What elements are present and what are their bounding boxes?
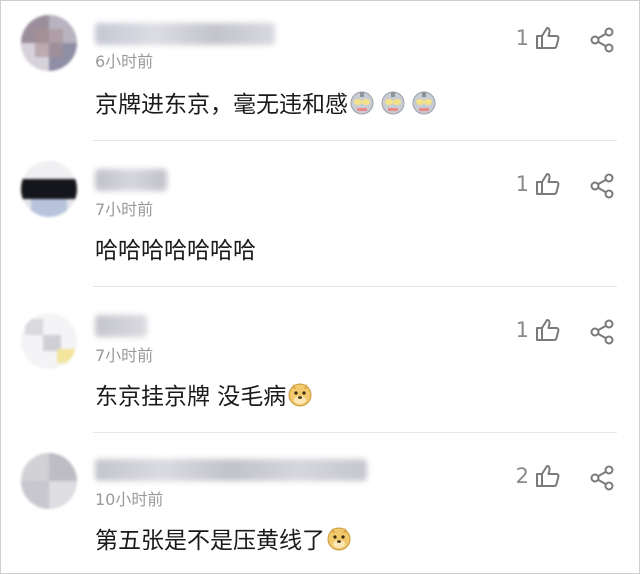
comment-text-content: 第五张是不是压黄线了: [95, 528, 325, 554]
thumbs-up-icon[interactable]: [535, 25, 561, 51]
like-button[interactable]: 1: [516, 171, 561, 197]
like-button[interactable]: 1: [516, 317, 561, 343]
comment-time: 7小时前: [95, 200, 154, 219]
comment-time: 6小时前: [95, 52, 154, 71]
avatar[interactable]: [21, 453, 77, 509]
comment-text: 哈哈哈哈哈哈哈: [95, 238, 256, 264]
share-button[interactable]: [589, 465, 615, 495]
username-blurred[interactable]: [95, 169, 167, 191]
share-button[interactable]: [589, 319, 615, 349]
thumbs-up-icon[interactable]: [535, 463, 561, 489]
like-count: 1: [515, 26, 529, 50]
avatar[interactable]: [21, 15, 77, 71]
username-blurred[interactable]: [95, 459, 367, 481]
comment-item: 6小时前 京牌进东京，毫无违和感 1: [1, 1, 639, 141]
like-button[interactable]: 2: [516, 463, 561, 489]
comment-text-content: 京牌进东京，毫无违和感: [95, 92, 348, 118]
like-button[interactable]: 1: [516, 25, 561, 51]
comment-time: 10小时前: [95, 490, 164, 509]
doge-emoji: [287, 382, 313, 417]
comment-text: 第五张是不是压黄线了: [95, 525, 352, 561]
share-icon[interactable]: [589, 465, 615, 491]
username-blurred[interactable]: [95, 23, 275, 45]
share-icon[interactable]: [589, 27, 615, 53]
avatar[interactable]: [21, 161, 77, 217]
thumbs-up-icon[interactable]: [535, 317, 561, 343]
like-count: 1: [515, 318, 529, 342]
comment-text-content: 东京挂京牌 没毛病: [95, 384, 287, 410]
like-count: 1: [515, 172, 529, 196]
username-blurred[interactable]: [95, 315, 147, 337]
doge-emoji: [326, 526, 352, 561]
share-button[interactable]: [589, 27, 615, 57]
thumbs-up-icon[interactable]: [535, 171, 561, 197]
share-icon[interactable]: [589, 173, 615, 199]
comment-text: 京牌进东京，毫无违和感: [95, 89, 437, 125]
share-icon[interactable]: [589, 319, 615, 345]
comment-text: 东京挂京牌 没毛病: [95, 381, 313, 417]
avatar[interactable]: [21, 313, 77, 369]
comment-item: 10小时前 第五张是不是压黄线了 2: [1, 433, 639, 573]
ultraman-face-emoji: [349, 90, 437, 125]
comment-list: 6小时前 京牌进东京，毫无违和感 1 7小时前 哈哈哈哈哈哈哈 1 7小时前 东…: [0, 0, 640, 574]
comment-time: 7小时前: [95, 346, 154, 365]
like-count: 2: [515, 464, 529, 488]
comment-item: 7小时前 哈哈哈哈哈哈哈 1: [1, 141, 639, 287]
share-button[interactable]: [589, 173, 615, 203]
comment-item: 7小时前 东京挂京牌 没毛病 1: [1, 287, 639, 433]
